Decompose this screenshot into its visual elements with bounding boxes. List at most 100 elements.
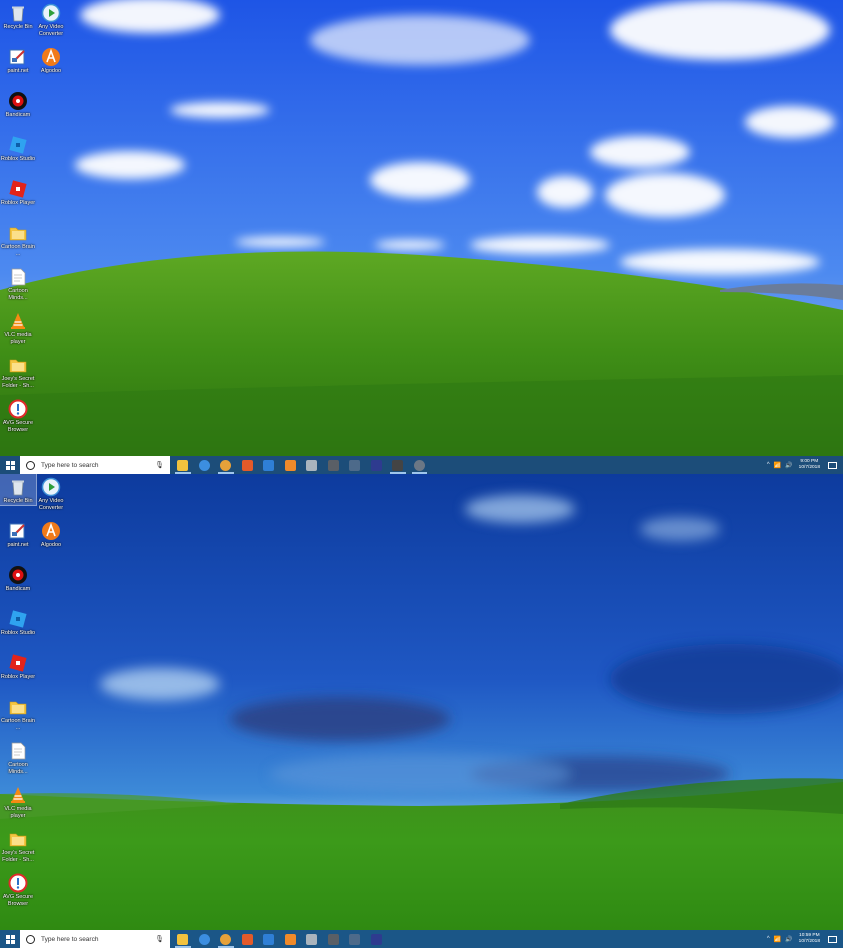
clock[interactable]: 9:00 PM 10/7/2018	[799, 459, 820, 471]
desktop-bottom[interactable]: Recycle Bin Any Video Converter paint.net A…	[0, 474, 843, 930]
desktop-icon-avg-secure-browser[interactable]: AVG Secure Browser	[0, 870, 36, 907]
taskbar-bottom: Type here to search 🎙 ^ 📶 🔊 10:59 PM 10/…	[0, 930, 843, 948]
desktop-icon-roblox-player[interactable]: Roblox Player	[0, 176, 36, 207]
algodoo-icon	[41, 521, 61, 541]
desktop-icon-label: Any Video Converter	[38, 498, 64, 511]
dolphin-icon	[306, 933, 318, 945]
taskbar-premiere-button[interactable]	[366, 456, 388, 474]
action-center-icon[interactable]	[828, 461, 837, 469]
taskbar-file-explorer-button[interactable]	[172, 456, 194, 474]
roblox-player-icon	[8, 179, 28, 199]
office-icon	[241, 933, 253, 945]
wallpaper-bliss	[0, 0, 843, 456]
taskbar-edge-button[interactable]	[194, 456, 216, 474]
network-icon[interactable]: 📶	[774, 462, 781, 469]
desktop-icon-any-video-converter[interactable]: Any Video Converter	[33, 0, 69, 37]
vlc-icon	[8, 311, 28, 331]
taskbar-clapper-button[interactable]	[387, 456, 409, 474]
desktop-icon-roblox-studio[interactable]: Roblox Studio	[0, 606, 36, 637]
document-icon	[8, 741, 28, 761]
desktop-icon-paint-net[interactable]: paint.net	[0, 518, 36, 549]
chrome-icon	[220, 933, 232, 945]
desktop-icon-bandicam[interactable]: Bandicam	[0, 562, 36, 593]
desktop-icon-label: paint.net	[7, 68, 29, 74]
calculator-icon	[327, 933, 339, 945]
volume-icon[interactable]: 🔊	[785, 936, 792, 943]
desktop-icon-joey-s-secret-folder-sh[interactable]: Joey's Secret Folder - Sh...	[0, 352, 36, 389]
desktop-icon-cartoon-minds[interactable]: Cartoon Minds...	[0, 738, 36, 775]
taskbar-paint-button[interactable]	[280, 930, 302, 948]
desktop-icon-vlc-media-player[interactable]: VLC media player	[0, 308, 36, 345]
taskbar-paint-button[interactable]	[280, 456, 302, 474]
search-box[interactable]: Type here to search 🎙	[20, 456, 170, 474]
network-icon[interactable]: 📶	[774, 936, 781, 943]
bandicam-icon	[8, 565, 28, 585]
clock[interactable]: 10:59 PM 10/7/2018	[799, 933, 820, 945]
microphone-icon[interactable]: 🎙	[155, 935, 164, 943]
taskbar-chrome-button[interactable]	[215, 456, 237, 474]
taskbar-dolphin-button[interactable]	[301, 456, 323, 474]
volume-icon[interactable]: 🔊	[785, 462, 792, 469]
desktop-icon-vlc-media-player[interactable]: VLC media player	[0, 782, 36, 819]
desktop-icon-label: Algodoo	[40, 68, 62, 74]
desktop-icon-label: Cartoon Brain ...	[1, 244, 35, 257]
chevron-up-icon[interactable]: ^	[767, 462, 770, 468]
clapper-icon	[392, 459, 404, 471]
action-center-icon[interactable]	[828, 935, 837, 943]
taskbar-apps	[172, 930, 387, 948]
taskbar-office-button[interactable]	[237, 930, 259, 948]
taskbar-dolphin-button[interactable]	[301, 930, 323, 948]
desktop-icon-roblox-player[interactable]: Roblox Player	[0, 650, 36, 681]
taskbar-top: Type here to search 🎙 ^ 📶 🔊 9:00 PM 10/7…	[0, 456, 843, 474]
vlc-icon	[8, 785, 28, 805]
desktop-icon-label: Any Video Converter	[38, 24, 64, 37]
taskbar-file-explorer-button[interactable]	[172, 930, 194, 948]
desktop-icon-label: Joey's Secret Folder - Sh...	[1, 850, 35, 863]
microphone-icon[interactable]: 🎙	[155, 461, 164, 469]
desktop-icon-cartoon-brain[interactable]: Cartoon Brain ...	[0, 694, 36, 731]
taskbar-calculator-button[interactable]	[323, 930, 345, 948]
taskbar-office-button[interactable]	[237, 456, 259, 474]
taskbar-chrome-button[interactable]	[215, 930, 237, 948]
desktop-icon-paint-net[interactable]: paint.net	[0, 44, 36, 75]
desktop-icon-roblox-studio[interactable]: Roblox Studio	[0, 132, 36, 163]
desktop-icon-label: AVG Secure Browser	[2, 420, 34, 433]
desktop-icon-cartoon-brain[interactable]: Cartoon Brain ...	[0, 220, 36, 257]
desktop-icon-avg-secure-browser[interactable]: AVG Secure Browser	[0, 396, 36, 433]
cortana-icon	[26, 934, 35, 944]
desktop-icon-any-video-converter[interactable]: Any Video Converter	[33, 474, 69, 511]
chrome-icon	[220, 459, 232, 471]
desktop-icon-algodoo[interactable]: Algodoo	[33, 44, 69, 75]
search-placeholder: Type here to search	[41, 935, 99, 943]
recycle-bin-icon	[8, 3, 28, 23]
desktop-icon-label: Roblox Player	[0, 674, 36, 680]
desktop-icon-cartoon-minds[interactable]: Cartoon Minds...	[0, 264, 36, 301]
taskbar-premiere-button[interactable]	[366, 930, 388, 948]
taskbar-photos-button[interactable]	[258, 930, 280, 948]
system-tray: ^ 📶 🔊 10:59 PM 10/7/2018	[765, 930, 843, 948]
edge-icon	[198, 933, 210, 945]
taskbar-game-button[interactable]	[344, 456, 366, 474]
desktop-icon-label: Cartoon Brain ...	[1, 718, 35, 731]
start-button[interactable]	[0, 456, 20, 474]
chevron-up-icon[interactable]: ^	[767, 936, 770, 942]
desktop-icon-bandicam[interactable]: Bandicam	[0, 88, 36, 119]
desktop-icon-joey-s-secret-folder-sh[interactable]: Joey's Secret Folder - Sh...	[0, 826, 36, 863]
taskbar-settings-button[interactable]	[409, 456, 431, 474]
search-box[interactable]: Type here to search 🎙	[20, 930, 170, 948]
edge-icon	[198, 459, 210, 471]
recycle-bin-icon	[8, 477, 28, 497]
desktop-icon-label: VLC media player	[4, 806, 32, 819]
game-icon	[349, 933, 361, 945]
desktop-icon-label: Cartoon Minds...	[8, 762, 28, 775]
taskbar-photos-button[interactable]	[258, 456, 280, 474]
start-button[interactable]	[0, 930, 20, 948]
desktop-icon-recycle-bin[interactable]: Recycle Bin	[0, 474, 37, 506]
desktop-top[interactable]: Recycle Bin Any Video Converter paint.net A…	[0, 0, 843, 456]
desktop-icon-algodoo[interactable]: Algodoo	[33, 518, 69, 549]
desktop-icon-recycle-bin[interactable]: Recycle Bin	[0, 0, 36, 31]
taskbar-edge-button[interactable]	[194, 930, 216, 948]
taskbar-game-button[interactable]	[344, 930, 366, 948]
taskbar-calculator-button[interactable]	[323, 456, 345, 474]
calculator-icon	[327, 459, 339, 471]
